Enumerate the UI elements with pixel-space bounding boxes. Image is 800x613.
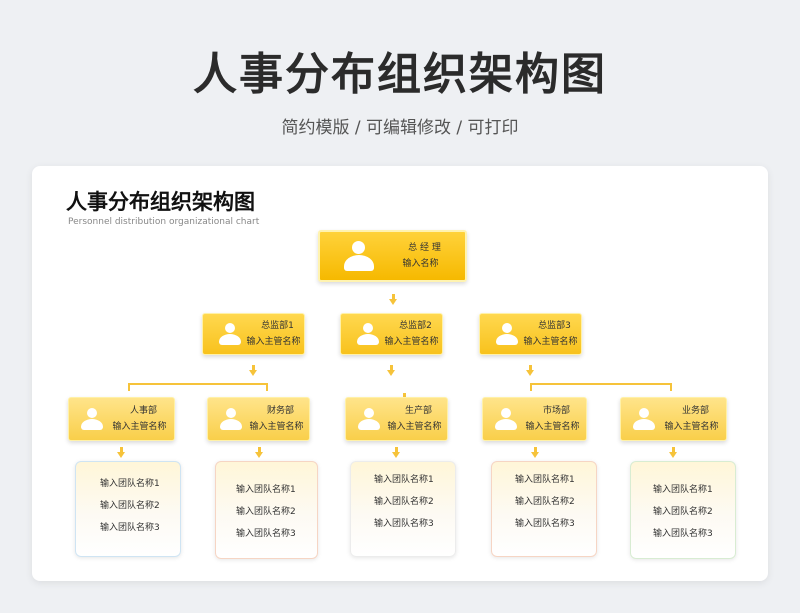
arrow-down-icon xyxy=(531,452,539,458)
team-item: 输入团队名称1 xyxy=(374,475,434,485)
team-item: 输入团队名称2 xyxy=(374,497,434,507)
person-icon xyxy=(342,241,376,271)
team-item: 输入团队名称3 xyxy=(515,519,575,529)
person-icon xyxy=(356,408,382,430)
node-title: 总监部1 xyxy=(261,321,294,331)
connector-line xyxy=(530,383,672,385)
node-title: 市场部 xyxy=(542,406,570,416)
arrow-down-icon xyxy=(249,370,257,376)
node-title: 总监部3 xyxy=(538,321,571,331)
arrow-down-icon xyxy=(387,370,395,376)
node-title: 业务部 xyxy=(681,406,709,416)
node-title: 财务部 xyxy=(266,406,294,416)
team-item: 输入团队名称3 xyxy=(374,519,434,529)
person-icon xyxy=(217,323,243,345)
team-item: 输入团队名称3 xyxy=(236,529,296,539)
arrow-down-icon xyxy=(389,299,397,305)
connector-line xyxy=(128,383,268,385)
supervisor-node-1[interactable]: 总监部1 输入主管名称 xyxy=(202,313,305,355)
node-name: 输入主管名称 xyxy=(664,422,719,432)
supervisor-node-3[interactable]: 总监部3 输入主管名称 xyxy=(479,313,582,355)
node-title: 生产部 xyxy=(404,406,432,416)
person-icon xyxy=(493,408,519,430)
arrow-down-icon xyxy=(669,452,677,458)
node-name: 输入主管名称 xyxy=(112,422,167,432)
node-name: 输入主管名称 xyxy=(525,422,580,432)
node-name: 输入主管名称 xyxy=(384,337,439,347)
node-title: 总 经 理 xyxy=(408,243,441,253)
person-icon xyxy=(218,408,244,430)
department-node-marketing[interactable]: 市场部输入主管名称 xyxy=(482,397,587,441)
team-item: 输入团队名称1 xyxy=(653,485,713,495)
person-icon xyxy=(355,323,381,345)
person-icon xyxy=(494,323,520,345)
team-item: 输入团队名称3 xyxy=(653,529,713,539)
arrow-down-icon xyxy=(255,452,263,458)
team-item: 输入团队名称3 xyxy=(100,523,160,533)
team-item: 输入团队名称2 xyxy=(515,497,575,507)
org-chart-card: 人事分布组织架构图 Personnel distribution organiz… xyxy=(32,166,768,581)
supervisor-node-2[interactable]: 总监部2 输入主管名称 xyxy=(340,313,443,355)
node-title: 总监部2 xyxy=(399,321,432,331)
node-name: 输入主管名称 xyxy=(246,337,301,347)
person-icon xyxy=(631,408,657,430)
department-node-business[interactable]: 业务部输入主管名称 xyxy=(620,397,727,441)
team-item: 输入团队名称1 xyxy=(100,479,160,489)
page-title: 人事分布组织架构图 xyxy=(193,49,607,100)
arrow-down-icon xyxy=(392,452,400,458)
team-list-finance: 输入团队名称1 输入团队名称2 输入团队名称3 xyxy=(215,461,318,559)
arrow-down-icon xyxy=(526,370,534,376)
team-list-business: 输入团队名称1 输入团队名称2 输入团队名称3 xyxy=(630,461,736,559)
arrow-down-icon xyxy=(117,452,125,458)
team-list-hr: 输入团队名称1 输入团队名称2 输入团队名称3 xyxy=(75,461,181,557)
team-item: 输入团队名称1 xyxy=(515,475,575,485)
chart-subtitle: Personnel distribution organizational ch… xyxy=(68,217,260,227)
team-item: 输入团队名称2 xyxy=(100,501,160,511)
node-name: 输入主管名称 xyxy=(523,337,578,347)
team-item: 输入团队名称1 xyxy=(236,485,296,495)
person-icon xyxy=(79,408,105,430)
node-name: 输入名称 xyxy=(402,259,439,269)
node-name: 输入主管名称 xyxy=(387,422,442,432)
team-item: 输入团队名称2 xyxy=(236,507,296,517)
team-item: 输入团队名称2 xyxy=(653,507,713,517)
general-manager-node[interactable]: 总 经 理 输入名称 xyxy=(318,230,467,282)
chart-title: 人事分布组织架构图 xyxy=(66,190,255,214)
team-list-production: 输入团队名称1 输入团队名称2 输入团队名称3 xyxy=(350,461,456,557)
department-node-production[interactable]: 生产部输入主管名称 xyxy=(345,397,448,441)
department-node-finance[interactable]: 财务部输入主管名称 xyxy=(207,397,310,441)
node-name: 输入主管名称 xyxy=(249,422,304,432)
team-list-marketing: 输入团队名称1 输入团队名称2 输入团队名称3 xyxy=(491,461,597,557)
node-title: 人事部 xyxy=(129,406,157,416)
page-subtitle: 简约模版 / 可编辑修改 / 可打印 xyxy=(281,118,519,138)
department-node-hr[interactable]: 人事部输入主管名称 xyxy=(68,397,175,441)
